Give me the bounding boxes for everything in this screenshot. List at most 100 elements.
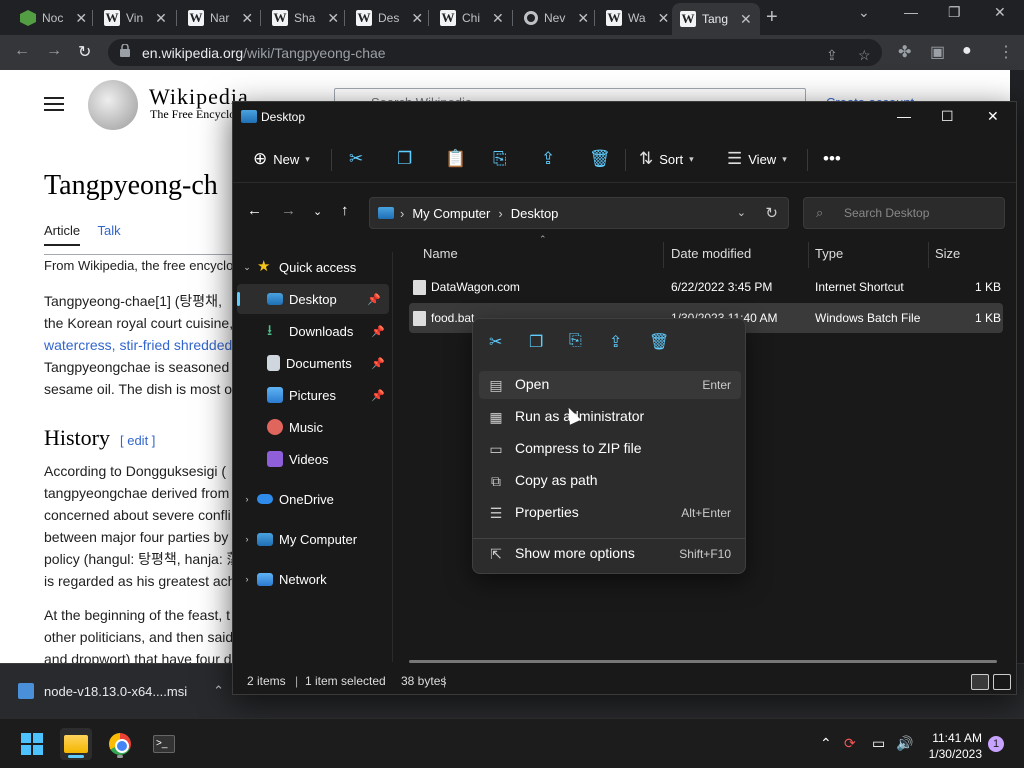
breadcrumb-desktop[interactable]: Desktop: [511, 206, 559, 221]
chevron-right-icon[interactable]: ›: [237, 574, 257, 584]
nav-onedrive[interactable]: › OneDrive: [233, 484, 393, 514]
tab-talk[interactable]: Talk: [98, 223, 121, 238]
side-panel-icon[interactable]: ▣: [930, 42, 945, 62]
sort-button[interactable]: ⇅ Sort ▾: [639, 149, 694, 169]
forward-button[interactable]: →: [46, 42, 62, 60]
close-icon[interactable]: ✕: [75, 10, 87, 27]
share-icon[interactable]: ⇪: [826, 47, 838, 64]
nav-music[interactable]: Music: [233, 412, 393, 442]
tab-article[interactable]: Article: [44, 223, 81, 246]
pin-icon[interactable]: 📌: [371, 357, 385, 370]
column-header-type[interactable]: Type: [815, 246, 843, 261]
browser-tab[interactable]: Nev ✕: [516, 4, 597, 32]
browser-tab[interactable]: W Wa ✕: [598, 4, 677, 32]
copy-icon[interactable]: ❐: [397, 149, 412, 169]
chevron-down-icon[interactable]: ⌄: [237, 262, 257, 273]
nav-desktop[interactable]: Desktop 📌: [237, 284, 389, 314]
maximize-button[interactable]: ☐: [941, 108, 954, 125]
share-icon[interactable]: ⇪: [609, 332, 622, 352]
close-icon[interactable]: ✕: [577, 10, 589, 27]
tab-search-icon[interactable]: ⌄: [858, 4, 870, 21]
paste-icon[interactable]: 📋: [445, 149, 466, 169]
new-tab-button[interactable]: +: [766, 6, 778, 29]
nav-videos[interactable]: Videos: [233, 444, 393, 474]
close-icon[interactable]: ✕: [155, 10, 167, 27]
download-item[interactable]: node-v18.13.0-x64....msi ⌃: [18, 683, 224, 699]
column-header-date[interactable]: Date modified: [671, 246, 751, 261]
column-header-name[interactable]: Name: [423, 246, 458, 261]
nav-documents[interactable]: Documents 📌: [233, 348, 393, 378]
menu-item-open[interactable]: ▤ Open Enter: [479, 371, 741, 399]
file-row[interactable]: DataWagon.com 6/22/2022 3:45 PM Internet…: [409, 272, 1003, 302]
menu-item-compress-zip[interactable]: ▭ Compress to ZIP file: [479, 435, 741, 463]
nav-downloads[interactable]: ⭳ Downloads 📌: [233, 316, 393, 346]
browser-tab[interactable]: W Des ✕: [348, 4, 431, 32]
cut-icon[interactable]: ✂: [489, 332, 502, 352]
chevron-down-icon[interactable]: ⌄: [737, 206, 746, 219]
pin-icon[interactable]: 📌: [371, 389, 385, 402]
up-button[interactable]: ↑: [341, 202, 349, 219]
close-icon[interactable]: ✕: [740, 11, 752, 28]
update-icon[interactable]: ⟳: [844, 735, 856, 752]
chrome-taskbar-button[interactable]: [104, 728, 136, 760]
close-icon[interactable]: ✕: [658, 10, 670, 27]
address-bar[interactable]: › My Computer › Desktop ⌄ ↻: [369, 197, 789, 229]
menu-item-properties[interactable]: ☰ Properties Alt+Enter: [479, 499, 741, 527]
extensions-icon[interactable]: ✤: [898, 42, 911, 62]
nav-network[interactable]: › Network: [233, 564, 393, 594]
browser-tab[interactable]: Noc ✕: [12, 4, 95, 32]
main-menu-icon[interactable]: [44, 97, 64, 115]
menu-icon[interactable]: ⋮: [998, 42, 1014, 62]
breadcrumb-my-computer[interactable]: My Computer: [412, 206, 490, 221]
more-options-icon[interactable]: •••: [823, 149, 841, 169]
share-icon[interactable]: ⇪: [541, 149, 555, 169]
close-icon[interactable]: ✕: [327, 10, 339, 27]
window-titlebar[interactable]: Desktop — ☐ ✕: [233, 102, 1016, 132]
reload-button[interactable]: ↻: [78, 42, 91, 62]
file-explorer-taskbar-button[interactable]: [60, 728, 92, 760]
rename-icon[interactable]: ⎘: [569, 332, 582, 350]
close-button[interactable]: ✕: [987, 108, 999, 125]
new-button[interactable]: ⊕ New ▾: [253, 149, 310, 169]
details-view-icon[interactable]: [971, 674, 989, 690]
edit-link[interactable]: [ edit ]: [120, 433, 155, 448]
refresh-icon[interactable]: ↻: [765, 204, 778, 222]
rename-icon[interactable]: ⎘: [493, 149, 507, 169]
back-button[interactable]: ←: [247, 202, 262, 219]
address-bar[interactable]: en.wikipedia.org/wiki/Tangpyeong-chae ⇪ …: [108, 39, 882, 66]
delete-icon[interactable]: 🗑: [649, 332, 669, 352]
chevron-up-icon[interactable]: ⌃: [213, 683, 224, 699]
nav-quick-access[interactable]: ⌄ ★ Quick access: [233, 252, 393, 282]
volume-icon[interactable]: 🔊: [896, 735, 913, 752]
copy-icon[interactable]: ❐: [529, 332, 543, 352]
back-button[interactable]: ←: [14, 42, 30, 60]
clock[interactable]: 11:41 AM 1/30/2023: [912, 730, 982, 762]
view-button[interactable]: ☰ View ▾: [727, 149, 787, 169]
notification-badge[interactable]: 1: [988, 736, 1004, 752]
close-icon[interactable]: ✕: [492, 10, 504, 27]
nav-my-computer[interactable]: › My Computer: [233, 524, 393, 554]
pin-icon[interactable]: 📌: [371, 325, 385, 338]
chevron-up-icon[interactable]: ⌃: [820, 735, 832, 752]
browser-tab[interactable]: W Nar ✕: [180, 4, 261, 32]
menu-item-copy-path[interactable]: ⧉ Copy as path: [479, 467, 741, 495]
browser-tab-active[interactable]: W Tang ✕: [672, 3, 760, 35]
horizontal-scrollbar[interactable]: [409, 660, 997, 663]
cut-icon[interactable]: ✂: [349, 149, 363, 169]
minimize-button[interactable]: —: [897, 108, 911, 124]
column-header-size[interactable]: Size: [935, 246, 960, 261]
browser-tab[interactable]: W Sha ✕: [264, 4, 347, 32]
search-input[interactable]: ⌕ Search Desktop: [803, 197, 1005, 229]
close-window-button[interactable]: ✕: [994, 4, 1006, 21]
chevron-right-icon[interactable]: ›: [237, 494, 257, 504]
profile-icon[interactable]: ●: [962, 42, 972, 60]
browser-tab[interactable]: W Chi ✕: [432, 4, 512, 32]
bookmark-star-icon[interactable]: ☆: [858, 47, 871, 64]
chevron-right-icon[interactable]: ›: [237, 534, 257, 544]
minimize-button[interactable]: —: [904, 4, 918, 20]
tiles-view-icon[interactable]: [993, 674, 1011, 690]
forward-button[interactable]: →: [281, 202, 296, 219]
wikipedia-logo[interactable]: [88, 80, 138, 130]
close-icon[interactable]: ✕: [411, 10, 423, 27]
browser-tab[interactable]: W Vin ✕: [96, 4, 175, 32]
